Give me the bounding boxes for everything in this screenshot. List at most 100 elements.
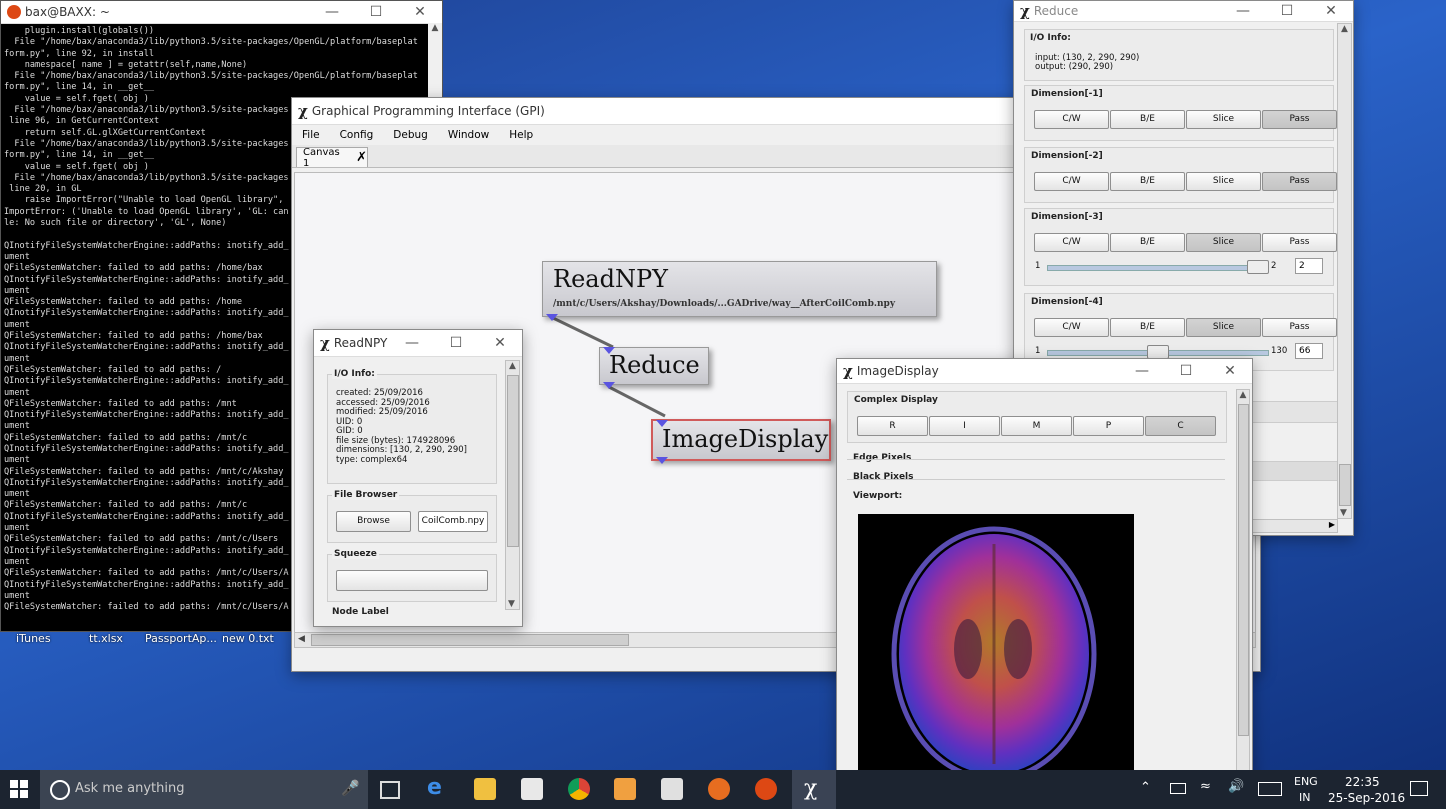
node-reduce[interactable]: Reduce — [599, 347, 709, 389]
dimension-mode-button-cw[interactable]: C/W — [1034, 110, 1109, 129]
scroll-up-icon[interactable]: ▲ — [506, 361, 519, 371]
scroll-down-icon[interactable]: ▼ — [1340, 508, 1347, 518]
media-player-icon[interactable] — [614, 778, 636, 800]
slider-handle[interactable] — [1247, 260, 1269, 274]
maximize-icon[interactable]: ☐ — [1265, 3, 1309, 19]
file-name-field[interactable]: CoilComb.npy — [418, 511, 488, 532]
dimension-mode-button-be[interactable]: B/E — [1110, 233, 1185, 252]
menu-help[interactable]: Help — [499, 129, 543, 141]
scrollbar-thumb[interactable] — [1339, 464, 1351, 506]
keyboard-icon[interactable] — [1258, 782, 1282, 796]
chevron-up-icon[interactable]: ⌃ — [1140, 780, 1151, 795]
reduce-scrollbar[interactable]: ▲ ▼ — [1337, 23, 1352, 519]
node-readnpy[interactable]: ReadNPY /mnt/c/Users/Akshay/Downloads/..… — [542, 261, 937, 321]
complex-mode-button-m[interactable]: M — [1001, 416, 1072, 436]
tab-canvas-1[interactable]: Canvas 1 ✗ — [296, 147, 368, 169]
maximize-icon[interactable]: ☐ — [434, 335, 478, 351]
clock-time[interactable]: 22:35 — [1345, 775, 1380, 789]
readnpy-dialog[interactable]: χ ReadNPY — ☐ ✕ I/O Info: created: 25/09… — [313, 329, 523, 627]
dimension-mode-button-pass[interactable]: Pass — [1262, 172, 1337, 191]
firefox-icon[interactable] — [708, 778, 730, 800]
dimension-mode-button-be[interactable]: B/E — [1110, 172, 1185, 191]
dimension-mode-button-pass[interactable]: Pass — [1262, 110, 1337, 129]
slice-spinbox[interactable]: 2 — [1295, 258, 1323, 274]
complex-mode-button-p[interactable]: P — [1073, 416, 1144, 436]
readnpy-titlebar[interactable]: χ ReadNPY — ☐ ✕ — [314, 330, 522, 357]
scroll-down-icon[interactable]: ▼ — [508, 599, 515, 609]
close-icon[interactable]: ✕ — [1309, 3, 1353, 19]
node-imagedisplay[interactable]: ImageDisplay — [651, 419, 831, 464]
viewport-image[interactable] — [858, 514, 1134, 786]
ubuntu-taskbar-icon[interactable] — [755, 778, 777, 800]
wifi-icon[interactable]: ≈ — [1200, 779, 1211, 794]
file-explorer-icon[interactable] — [474, 778, 496, 800]
dimension-mode-button-slice[interactable]: Slice — [1186, 172, 1261, 191]
slice-slider[interactable] — [1047, 265, 1269, 271]
close-icon[interactable]: ✕ — [478, 335, 522, 351]
readnpy-scrollbar[interactable]: ▲ ▼ — [505, 360, 520, 610]
dimension-mode-button-be[interactable]: B/E — [1110, 318, 1185, 337]
edge-pixels-label[interactable]: Edge Pixels — [853, 453, 911, 463]
slider-handle[interactable] — [1147, 345, 1169, 359]
black-pixels-label[interactable]: Black Pixels — [853, 472, 914, 482]
dimension-mode-button-cw[interactable]: C/W — [1034, 318, 1109, 337]
output-port-icon[interactable] — [656, 457, 668, 464]
scrollbar-thumb[interactable] — [1238, 404, 1249, 736]
imagedisplay-titlebar[interactable]: χ ImageDisplay — ☐ ✕ — [837, 359, 1252, 384]
dimension-mode-button-pass[interactable]: Pass — [1262, 233, 1337, 252]
menu-window[interactable]: Window — [438, 129, 499, 141]
slice-spinbox[interactable]: 66 — [1295, 343, 1323, 359]
scrollbar-thumb[interactable] — [507, 375, 519, 547]
desktop-icon-label[interactable]: PassportAp... — [145, 632, 217, 645]
scrollbar-thumb[interactable] — [311, 634, 629, 646]
imagedisplay-dialog[interactable]: χ ImageDisplay — ☐ ✕ Complex Display RIM… — [836, 358, 1253, 790]
cortana-search-box[interactable]: Ask me anything 🎤 — [40, 770, 368, 809]
scroll-up-icon[interactable]: ▲ — [1338, 24, 1351, 34]
scroll-right-icon[interactable]: ▶ — [1329, 520, 1335, 529]
clock-date[interactable]: 25-Sep-2016 — [1328, 791, 1405, 805]
microphone-icon[interactable]: 🎤 — [341, 779, 360, 797]
desktop-icon-label[interactable]: iTunes — [16, 632, 51, 645]
menu-config[interactable]: Config — [330, 129, 384, 141]
calculator-icon[interactable] — [661, 778, 683, 800]
notification-icon[interactable] — [1410, 781, 1428, 796]
volume-icon[interactable]: 🔊 — [1228, 779, 1244, 794]
scroll-up-icon[interactable]: ▲ — [1237, 390, 1249, 400]
maximize-icon[interactable]: ☐ — [354, 4, 398, 20]
complex-mode-button-r[interactable]: R — [857, 416, 928, 436]
minimize-icon[interactable]: — — [1120, 363, 1164, 379]
reduce-titlebar[interactable]: χ Reduce — ☐ ✕ — [1014, 1, 1353, 22]
desktop-icon-label[interactable]: tt.xlsx — [89, 632, 123, 645]
dimension-mode-button-cw[interactable]: C/W — [1034, 233, 1109, 252]
language-indicator-bottom[interactable]: IN — [1299, 791, 1310, 804]
chrome-icon[interactable] — [568, 778, 590, 800]
output-port-icon[interactable] — [546, 314, 558, 321]
dimension-mode-button-slice[interactable]: Slice — [1186, 110, 1261, 129]
menu-debug[interactable]: Debug — [383, 129, 438, 141]
browse-button[interactable]: Browse — [336, 511, 411, 532]
imagedisplay-scrollbar[interactable]: ▲ — [1236, 389, 1250, 789]
dimension-mode-button-slice[interactable]: Slice — [1186, 233, 1261, 252]
task-view-icon[interactable] — [380, 781, 400, 799]
terminal-titlebar[interactable]: bax@BAXX: ~ — ☐ ✕ — [1, 1, 442, 24]
gpi-taskbar-button[interactable]: χ — [792, 770, 836, 809]
windows-start-icon[interactable] — [10, 780, 28, 798]
minimize-icon[interactable]: — — [1221, 3, 1265, 19]
dimension-mode-button-slice[interactable]: Slice — [1186, 318, 1261, 337]
scroll-up-icon[interactable]: ▲ — [428, 23, 442, 33]
minimize-icon[interactable]: — — [310, 4, 354, 20]
squeeze-button[interactable] — [336, 570, 488, 591]
language-indicator-top[interactable]: ENG — [1294, 775, 1318, 788]
dimension-mode-button-pass[interactable]: Pass — [1262, 318, 1337, 337]
edge-browser-icon[interactable]: e — [427, 775, 449, 800]
store-icon[interactable] — [521, 778, 543, 800]
dimension-mode-button-be[interactable]: B/E — [1110, 110, 1185, 129]
menu-file[interactable]: File — [292, 129, 330, 141]
complex-mode-button-i[interactable]: I — [929, 416, 1000, 436]
desktop-icon-label[interactable]: new 0.txt — [222, 632, 274, 645]
dimension-mode-button-cw[interactable]: C/W — [1034, 172, 1109, 191]
battery-icon[interactable] — [1170, 783, 1186, 794]
maximize-icon[interactable]: ☐ — [1164, 363, 1208, 379]
complex-mode-button-c[interactable]: C — [1145, 416, 1216, 436]
close-icon[interactable]: ✕ — [1208, 363, 1252, 379]
